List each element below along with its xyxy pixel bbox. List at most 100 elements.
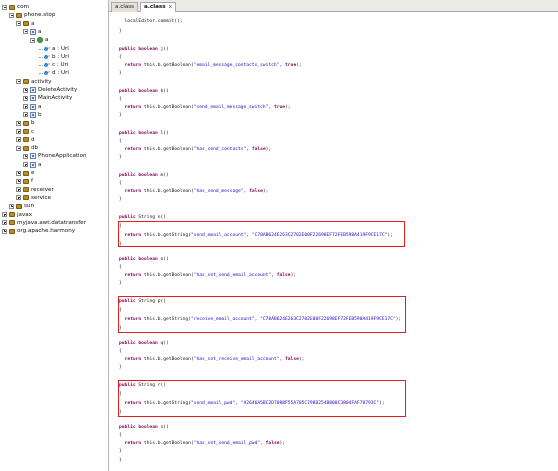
- collapse-icon[interactable]: [9, 12, 14, 18]
- code-keyword: false: [251, 147, 266, 152]
- code-text: this.b.getBoolean(: [141, 357, 194, 362]
- expand-icon[interactable]: [2, 220, 7, 226]
- tree-node-label: db: [31, 145, 39, 152]
- code-text: }: [119, 29, 122, 34]
- tree-node[interactable]: d: [0, 136, 108, 144]
- expand-icon[interactable]: [16, 120, 21, 126]
- tree-node[interactable]: a: [0, 20, 108, 28]
- tree-node[interactable]: d : Uri: [0, 68, 108, 77]
- tree-node[interactable]: receiver: [0, 186, 108, 194]
- field-icon: [44, 52, 50, 60]
- tree-node[interactable]: a: [0, 103, 108, 111]
- package-icon: [9, 4, 15, 10]
- tree-node[interactable]: db: [0, 144, 108, 152]
- expand-icon[interactable]: [23, 162, 28, 168]
- tree-node[interactable]: a: [0, 161, 108, 169]
- tree-node[interactable]: javax: [0, 211, 108, 219]
- tree-node[interactable]: MainActivity: [0, 94, 108, 102]
- code-string: "send_email_message_switch": [193, 105, 269, 110]
- package-explorer-tree: comphone.stopaaaa : Urib : Uric : Urid :…: [0, 0, 108, 471]
- code-text: );: [285, 105, 291, 110]
- expand-icon[interactable]: [16, 195, 21, 201]
- code-text: );: [279, 441, 286, 446]
- tree-node[interactable]: PhoneApplication: [0, 152, 108, 160]
- code-string: "has_set_send_email_pwd": [193, 441, 261, 446]
- code-keyword: true: [285, 63, 297, 68]
- expand-icon[interactable]: [23, 95, 28, 101]
- code-text: this.b.getBoolean(: [141, 441, 194, 446]
- expand-icon[interactable]: [16, 170, 21, 176]
- expand-icon[interactable]: [23, 112, 28, 118]
- class-file-icon: [30, 103, 36, 110]
- class-file-icon: [30, 28, 36, 35]
- tree-node[interactable]: e: [0, 169, 108, 177]
- tree-node[interactable]: a: [0, 36, 108, 44]
- tree-node[interactable]: a : Uri: [0, 44, 108, 53]
- class-file-icon: [30, 87, 36, 93]
- code-line: {: [119, 433, 122, 439]
- code-text: {: [119, 265, 122, 270]
- collapse-icon[interactable]: [16, 145, 21, 151]
- tab-a-class[interactable]: a.class: [111, 2, 139, 12]
- tree-node[interactable]: phone.stop: [0, 11, 108, 19]
- tree-connector: [39, 48, 43, 50]
- tree-node[interactable]: b: [0, 111, 108, 119]
- tree-node[interactable]: myjava.awt.datatransfer: [0, 219, 108, 227]
- code-text: k(): [157, 89, 169, 94]
- code-string: "email_message_contacts_switch": [193, 63, 280, 68]
- collapse-icon[interactable]: [30, 37, 35, 43]
- code-keyword: return: [124, 357, 142, 362]
- tab-a-class-active[interactable]: a.class x: [140, 2, 176, 12]
- code-line: return this.b.getBoolean("send_email_mes…: [119, 105, 291, 111]
- expand-icon[interactable]: [23, 87, 28, 93]
- tree-node[interactable]: f: [0, 177, 108, 185]
- code-keyword: return: [124, 63, 142, 68]
- code-editor[interactable]: a.class a.class x localEditor.commit();} p…: [108, 0, 558, 471]
- tree-node-label: b: [31, 120, 35, 127]
- tree-node[interactable]: com: [0, 3, 108, 11]
- code-text: }: [119, 365, 122, 370]
- expand-icon[interactable]: [2, 228, 7, 234]
- tree-node-label: javax: [17, 211, 33, 218]
- code-text: }: [119, 281, 122, 286]
- collapse-icon[interactable]: [23, 29, 28, 35]
- class-file-icon: [30, 161, 36, 168]
- code-string: "has_send_message": [193, 189, 244, 194]
- collapse-icon[interactable]: [16, 21, 21, 27]
- code-line: {: [119, 55, 122, 61]
- package-icon: [23, 170, 29, 176]
- expand-icon[interactable]: [16, 178, 21, 184]
- code-keyword: false: [276, 273, 291, 278]
- expand-icon[interactable]: [16, 129, 21, 134]
- expand-icon[interactable]: [16, 137, 21, 143]
- collapse-icon[interactable]: [16, 79, 21, 85]
- code-text: );: [262, 189, 269, 194]
- tree-node[interactable]: b: [0, 119, 108, 127]
- package-icon: [9, 220, 15, 226]
- code-text: {: [119, 139, 122, 144]
- tree-node[interactable]: sun: [0, 202, 108, 210]
- expand-icon[interactable]: [9, 203, 14, 209]
- expand-icon[interactable]: [23, 153, 28, 159]
- tree-node[interactable]: c : Uri: [0, 60, 108, 69]
- code-text: }: [119, 155, 122, 160]
- tree-node[interactable]: DeleteActivity: [0, 86, 108, 94]
- code-line: }: [119, 365, 122, 371]
- tree-node[interactable]: b : Uri: [0, 52, 108, 61]
- highlight-box-receive-email-account: [118, 296, 406, 333]
- code-line: }: [119, 155, 122, 161]
- tree-node[interactable]: c: [0, 128, 108, 136]
- tree-node[interactable]: a: [0, 28, 108, 36]
- close-icon[interactable]: x: [169, 4, 172, 10]
- expand-icon[interactable]: [2, 212, 7, 217]
- tree-node[interactable]: org.apache.harmony: [0, 227, 108, 235]
- tree-node-label: PhoneApplication: [38, 153, 87, 160]
- expand-icon[interactable]: [16, 187, 21, 193]
- tree-node[interactable]: service: [0, 194, 108, 202]
- code-line: return this.b.getBoolean("has_set_receiv…: [119, 357, 305, 363]
- tree-node-label: b: [38, 111, 42, 118]
- collapse-icon[interactable]: [2, 4, 7, 10]
- tree-node[interactable]: activity: [0, 78, 108, 86]
- field-icon: [44, 60, 50, 69]
- expand-icon[interactable]: [23, 104, 28, 110]
